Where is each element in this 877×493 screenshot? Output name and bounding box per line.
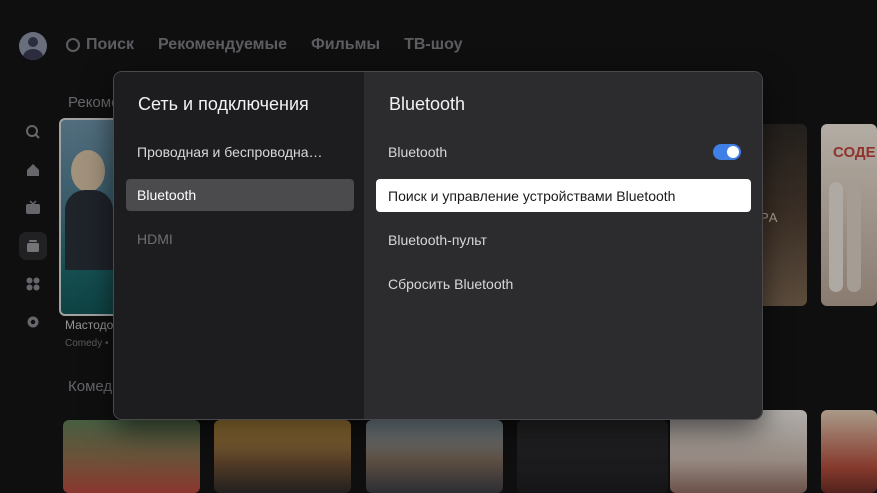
sidebar-search[interactable]	[19, 118, 47, 146]
top-navigation: Поиск Рекомендуемые Фильмы ТВ-шоу	[66, 36, 463, 54]
poster-right-1-text: РА	[760, 210, 779, 225]
sidebar-home[interactable]	[19, 156, 47, 184]
nav-search-label: Поиск	[86, 36, 135, 53]
library-icon	[27, 240, 39, 252]
bluetooth-toggle-switch[interactable]	[713, 143, 741, 160]
tv-icon	[26, 200, 40, 214]
search-manage-devices-label: Поиск и управление устройствами Bluetoot…	[388, 187, 676, 204]
sidebar-library[interactable]	[19, 232, 47, 260]
gear-icon	[27, 316, 39, 328]
category-pane-title: Сеть и подключения	[138, 94, 309, 114]
category-item-hdmi[interactable]: HDMI	[126, 223, 354, 255]
poster-bottom-4[interactable]	[517, 420, 668, 493]
toggle-knob	[727, 145, 739, 158]
poster-bottom-3[interactable]	[366, 420, 503, 493]
bluetooth-remote-item[interactable]: Bluetooth-пульт	[376, 223, 751, 256]
poster-bottom-5[interactable]	[670, 410, 807, 493]
nav-tvshows[interactable]: ТВ-шоу	[404, 36, 462, 54]
bluetooth-toggle-label: Bluetooth	[388, 143, 448, 160]
reset-bluetooth-item[interactable]: Сбросить Bluetooth	[376, 267, 751, 300]
category-pane: Сеть и подключения Проводная и беспровод…	[114, 72, 364, 419]
row-title-comedy: Комед	[68, 378, 113, 395]
nav-recommended[interactable]: Рекомендуемые	[158, 36, 287, 54]
featured-genre: Comedy •	[65, 338, 109, 349]
poster-right-2-text: СОДЕ	[833, 144, 876, 161]
search-icon	[26, 125, 40, 139]
category-item-bluetooth[interactable]: Bluetooth	[126, 179, 354, 211]
poster-right-2[interactable]: СОДЕ	[821, 124, 877, 306]
nav-movies[interactable]: Фильмы	[311, 36, 380, 54]
sidebar	[19, 118, 47, 336]
detail-pane-title: Bluetooth	[389, 94, 466, 114]
poster-bottom-1[interactable]	[63, 420, 200, 493]
detail-pane: Bluetooth Bluetooth Поиск и управление у…	[364, 72, 762, 419]
bluetooth-remote-label: Bluetooth-пульт	[388, 231, 487, 248]
poster-bottom-2[interactable]	[214, 420, 351, 493]
sidebar-tv[interactable]	[19, 194, 47, 222]
apps-icon	[26, 277, 40, 291]
search-manage-devices-item[interactable]: Поиск и управление устройствами Bluetoot…	[376, 179, 751, 212]
sidebar-apps[interactable]	[19, 270, 47, 298]
category-item-network[interactable]: Проводная и беспроводна…	[126, 136, 354, 168]
avatar[interactable]	[19, 32, 47, 60]
reset-bluetooth-label: Сбросить Bluetooth	[388, 275, 514, 292]
home-icon	[27, 164, 39, 176]
settings-dialog: Сеть и подключения Проводная и беспровод…	[114, 72, 762, 419]
nav-search[interactable]: Поиск	[66, 36, 134, 54]
poster-bottom-6[interactable]	[821, 410, 877, 493]
bluetooth-toggle-row[interactable]: Bluetooth	[376, 135, 751, 168]
sidebar-settings[interactable]	[19, 308, 47, 336]
poster-right-1[interactable]: РА	[757, 124, 807, 306]
featured-title: Мастодо	[65, 318, 114, 332]
search-icon	[66, 38, 80, 52]
